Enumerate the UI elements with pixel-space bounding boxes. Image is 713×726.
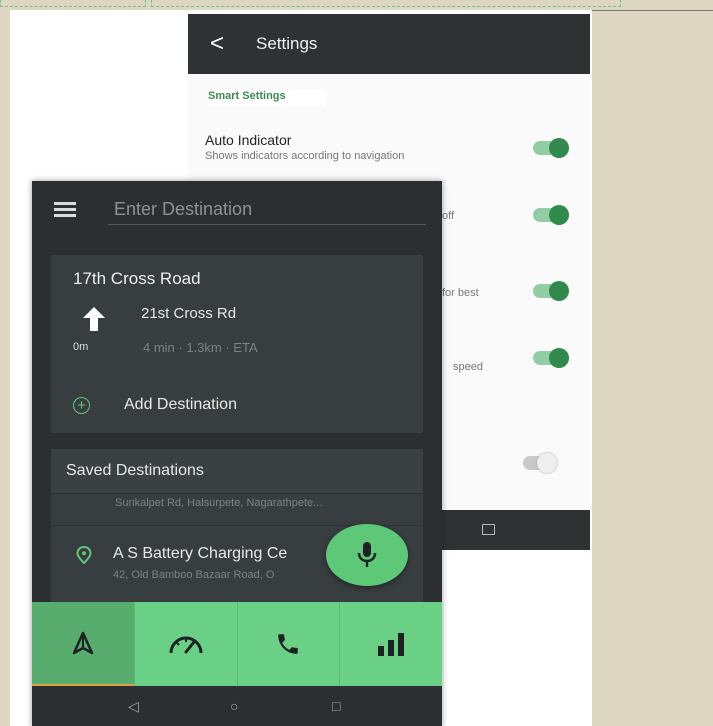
section-label: Smart Settings xyxy=(208,90,326,106)
straight-arrow-icon xyxy=(83,307,105,331)
back-triangle-icon[interactable]: ◁ xyxy=(128,698,139,715)
setting-description: Shows indicators according to navigation xyxy=(205,150,405,162)
tab-signal[interactable] xyxy=(340,602,442,686)
settings-title: Settings xyxy=(256,34,318,53)
dashed-frame-left xyxy=(0,0,146,7)
location-pin-icon xyxy=(76,546,92,564)
back-arrow-icon[interactable]: < xyxy=(210,32,236,56)
microphone-icon xyxy=(357,542,377,567)
toggle-knob xyxy=(549,205,569,225)
system-nav-bar: ◁ ○ □ xyxy=(32,686,442,726)
turn-distance: 0m xyxy=(73,341,89,353)
saved-destination-name[interactable]: A S Battery Charging Ce xyxy=(113,545,287,563)
settings-app-bar: < Settings xyxy=(188,14,590,74)
nav-top-bar xyxy=(32,181,442,241)
home-circle-icon[interactable]: ○ xyxy=(230,698,238,714)
speedometer-icon xyxy=(169,636,203,654)
setting-description: for best xyxy=(442,287,479,299)
setting-toggle[interactable] xyxy=(533,348,569,368)
navigation-screen: 17th Cross Road 21st Cross Rd 0m 4 min ·… xyxy=(32,181,442,726)
plus-circle-icon: + xyxy=(73,396,90,414)
setting-auto-indicator[interactable]: Auto Indicator Shows indicators accordin… xyxy=(205,132,565,162)
toggle-knob xyxy=(549,348,569,368)
tab-phone[interactable] xyxy=(238,602,341,686)
auto-indicator-toggle[interactable] xyxy=(533,138,569,158)
dashed-frame-right xyxy=(151,0,621,7)
setting-description: off xyxy=(442,210,455,222)
setting-toggle[interactable] xyxy=(533,205,569,225)
recents-icon[interactable] xyxy=(482,524,495,535)
tab-navigation[interactable] xyxy=(32,602,135,686)
setting-name: Auto Indicator xyxy=(205,132,292,148)
menu-icon[interactable] xyxy=(54,202,76,218)
divider xyxy=(592,10,713,11)
recents-square-icon[interactable]: □ xyxy=(332,698,340,714)
next-street: 21st Cross Rd xyxy=(141,305,237,322)
destination-search-input[interactable] xyxy=(108,195,426,225)
add-destination-button[interactable]: + Add Destination xyxy=(73,396,237,414)
saved-destinations-header: Saved Destinations xyxy=(51,449,423,494)
toggle-knob xyxy=(549,138,569,158)
saved-destinations-title: Saved Destinations xyxy=(66,462,204,479)
toggle-knob xyxy=(537,453,557,473)
setting-description: speed xyxy=(453,361,483,373)
route-title: 17th Cross Road xyxy=(73,269,201,288)
toggle-knob xyxy=(549,281,569,301)
add-destination-label: Add Destination xyxy=(124,396,237,413)
signal-bars-icon xyxy=(378,633,405,656)
setting-toggle[interactable] xyxy=(533,281,569,301)
route-eta: 4 min · 1.3km · ETA xyxy=(143,340,258,355)
phone-icon xyxy=(278,634,299,654)
saved-address: 42, Old Bamboo Bazaar Road, O xyxy=(113,569,275,581)
route-card: 17th Cross Road 21st Cross Rd 0m 4 min ·… xyxy=(51,255,423,433)
bottom-nav xyxy=(32,602,442,686)
navigation-icon xyxy=(72,631,94,655)
voice-search-button[interactable] xyxy=(326,524,408,586)
saved-address[interactable]: Sunkalpet Rd, Halsurpete, Nagarathpete..… xyxy=(115,497,322,509)
setting-toggle-off[interactable] xyxy=(523,453,557,473)
tab-speedometer[interactable] xyxy=(135,602,238,686)
